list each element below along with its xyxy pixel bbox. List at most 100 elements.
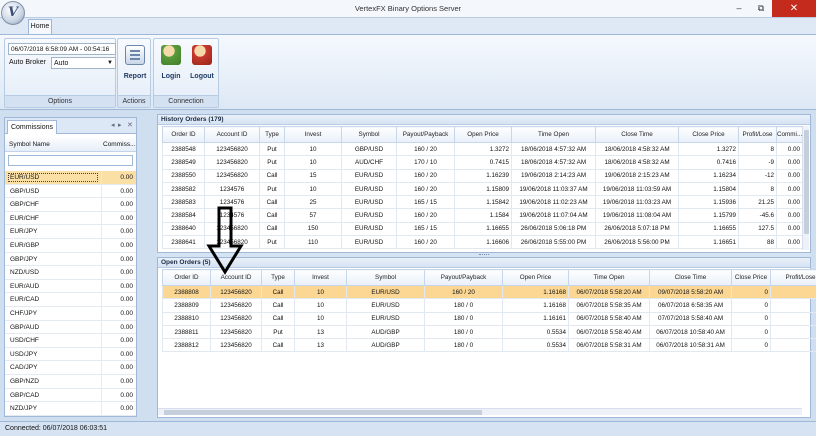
column-header[interactable]: Close Price — [678, 126, 739, 143]
open-orders-horizontal-scrollbar[interactable] — [158, 408, 802, 415]
list-item[interactable]: NZD/JPY 0.00 — [5, 402, 136, 416]
scroll-right-icon[interactable]: ▸ — [118, 121, 122, 129]
history-scroll-thumb[interactable] — [804, 130, 809, 234]
close-button[interactable]: ✕ — [772, 0, 816, 17]
list-item[interactable]: EUR/CAD 0.00 — [5, 293, 136, 307]
table-cell: 2388549 — [162, 155, 205, 170]
table-row[interactable]: 2388808 123456820 Call 10 EUR/USD 160 / 20 1.1… — [162, 284, 816, 300]
column-header[interactable]: Order ID — [162, 126, 205, 143]
logout-button[interactable]: Logout — [187, 45, 217, 80]
table-row[interactable]: 2388550 123456820 Call 15 EUR/USD 160 / 20 1.1… — [162, 168, 803, 183]
close-panel-icon[interactable]: ✕ — [127, 121, 133, 129]
column-header[interactable]: Type — [259, 126, 285, 143]
table-row[interactable]: 2388809 123456820 Call 10 EUR/USD 180 / 0 1.16… — [162, 298, 816, 313]
column-header[interactable]: Account ID — [210, 269, 262, 286]
table-cell: 123456820 — [204, 168, 260, 183]
column-header[interactable]: Commi... — [776, 126, 803, 143]
tab-commissions[interactable]: Commissions — [7, 120, 57, 134]
column-header-symbol[interactable]: Symbol Name — [9, 141, 50, 148]
table-cell: 10 — [294, 284, 347, 300]
table-cell: Call — [259, 208, 285, 223]
table-cell — [770, 311, 816, 326]
history-vertical-scrollbar[interactable] — [802, 126, 809, 250]
table-cell: 06/07/2018 10:58:31 AM — [649, 338, 732, 353]
table-cell: 18/06/2018 4:57:32 AM — [511, 141, 596, 157]
column-header[interactable]: Open Price — [502, 269, 569, 286]
table-cell: 19/06/2018 11:03:37 AM — [511, 181, 596, 197]
table-cell — [770, 284, 816, 300]
table-cell: 160 / 20 — [396, 181, 455, 197]
table-cell: 26/06/2018 5:55:00 PM — [511, 235, 596, 250]
list-item[interactable]: EUR/USD 0.00 — [5, 171, 136, 185]
table-cell: 180 / 0 — [424, 311, 503, 326]
table-cell: EUR/USD — [341, 195, 397, 210]
list-item[interactable]: GBP/CAD 0.00 — [5, 388, 136, 403]
table-row[interactable]: 2388640 123456820 Call 150 EUR/USD 165 / 15 1.… — [162, 221, 803, 237]
list-item[interactable]: EUR/GBP 0.00 — [5, 238, 136, 253]
column-header[interactable]: Invest — [284, 126, 342, 143]
table-cell: 123456820 — [204, 155, 260, 170]
restore-button[interactable]: ⧉ — [750, 0, 772, 17]
open-orders-scroll-thumb[interactable] — [164, 410, 482, 415]
table-cell: 2388640 — [162, 221, 205, 237]
table-cell: Call — [261, 284, 295, 300]
list-item[interactable]: GBP/AUD 0.00 — [5, 320, 136, 335]
table-row[interactable]: 2388641 123456820 Put 110 EUR/USD 160 / 20 1.1… — [162, 235, 803, 250]
table-row[interactable]: 2388584 1234576 Call 57 EUR/USD 160 / 20 1.158… — [162, 208, 803, 223]
table-row[interactable]: 2388812 123456820 Call 13 AUD/GBP 180 / 0 0.55… — [162, 338, 816, 353]
table-cell: EUR/USD — [341, 181, 397, 197]
list-item[interactable]: CAD/JPY 0.00 — [5, 361, 136, 375]
table-row[interactable]: 2388582 1234576 Put 10 EUR/USD 160 / 20 1.1580… — [162, 181, 803, 197]
table-cell: 18/06/2018 4:58:32 AM — [595, 155, 679, 170]
column-header[interactable]: Close Price — [731, 269, 771, 286]
table-cell: 1.16655 — [454, 221, 512, 237]
column-header[interactable]: Account ID — [204, 126, 260, 143]
table-cell: 19/06/2018 11:03:23 AM — [595, 195, 679, 210]
table-row[interactable]: 2388548 123456820 Put 10 GBP/USD 160 / 20 1.32… — [162, 141, 803, 157]
column-header[interactable]: Profit/Lose — [738, 126, 777, 143]
list-item[interactable]: GBP/JPY 0.00 — [5, 252, 136, 267]
column-header[interactable]: Symbol — [341, 126, 397, 143]
list-item[interactable]: NZD/USD 0.00 — [5, 266, 136, 280]
column-header[interactable]: Close Time — [595, 126, 679, 143]
list-item[interactable]: CHF/JPY 0.00 — [5, 306, 136, 321]
table-cell: 19/06/2018 11:07:04 AM — [511, 208, 596, 223]
column-header[interactable]: Payout/Payback — [396, 126, 455, 143]
table-row[interactable]: 2388549 123456820 Put 10 AUD/CHF 170 / 10 0.74… — [162, 155, 803, 170]
symbol-filter-input[interactable] — [8, 155, 133, 166]
commission-value: 0.00 — [120, 214, 133, 222]
table-row[interactable]: 2388811 123456820 Put 13 AUD/GBP 180 / 0 0.553… — [162, 324, 816, 340]
list-item[interactable]: GBP/USD 0.00 — [5, 184, 136, 199]
commission-value: 0.00 — [120, 228, 133, 236]
report-button[interactable]: Report — [120, 45, 150, 80]
column-header[interactable]: Invest — [294, 269, 347, 286]
column-header[interactable]: Time Open — [568, 269, 650, 286]
list-item[interactable]: EUR/JPY 0.00 — [5, 225, 136, 239]
list-item[interactable]: GBP/NZD 0.00 — [5, 374, 136, 389]
app-logo-icon[interactable]: V — [1, 1, 25, 25]
column-header[interactable]: Symbol — [346, 269, 425, 286]
table-cell: 8 — [738, 181, 777, 197]
table-row[interactable]: 2388583 1234576 Call 25 EUR/USD 165 / 15 1.158… — [162, 195, 803, 210]
tab-home[interactable]: Home — [28, 19, 52, 34]
actions-group: Report Actions — [117, 38, 151, 108]
list-item[interactable]: EUR/CHF 0.00 — [5, 211, 136, 226]
list-item[interactable]: GBP/CHF 0.00 — [5, 198, 136, 212]
column-header[interactable]: Order ID — [162, 269, 211, 286]
chevron-down-icon[interactable]: ▼ — [107, 58, 113, 69]
column-header[interactable]: Open Price — [454, 126, 512, 143]
list-item[interactable]: USD/JPY 0.00 — [5, 347, 136, 362]
column-header[interactable]: Profit/Lose — [770, 269, 816, 286]
minimize-button[interactable]: – — [728, 0, 750, 17]
column-header[interactable]: Time Open — [511, 126, 596, 143]
column-header[interactable]: Payout/Payback — [424, 269, 503, 286]
auto-broker-select[interactable]: Auto ▼ — [51, 57, 116, 69]
login-button[interactable]: Login — [156, 45, 186, 80]
column-header[interactable]: Type — [261, 269, 295, 286]
list-item[interactable]: USD/CHF 0.00 — [5, 334, 136, 348]
list-item[interactable]: EUR/AUD 0.00 — [5, 279, 136, 294]
column-header[interactable]: Close Time — [649, 269, 732, 286]
scroll-left-icon[interactable]: ◂ — [111, 121, 115, 129]
table-row[interactable]: 2388810 123456820 Call 10 EUR/USD 180 / 0 1.16… — [162, 311, 816, 326]
column-header-commission[interactable]: Commiss... — [103, 141, 136, 148]
